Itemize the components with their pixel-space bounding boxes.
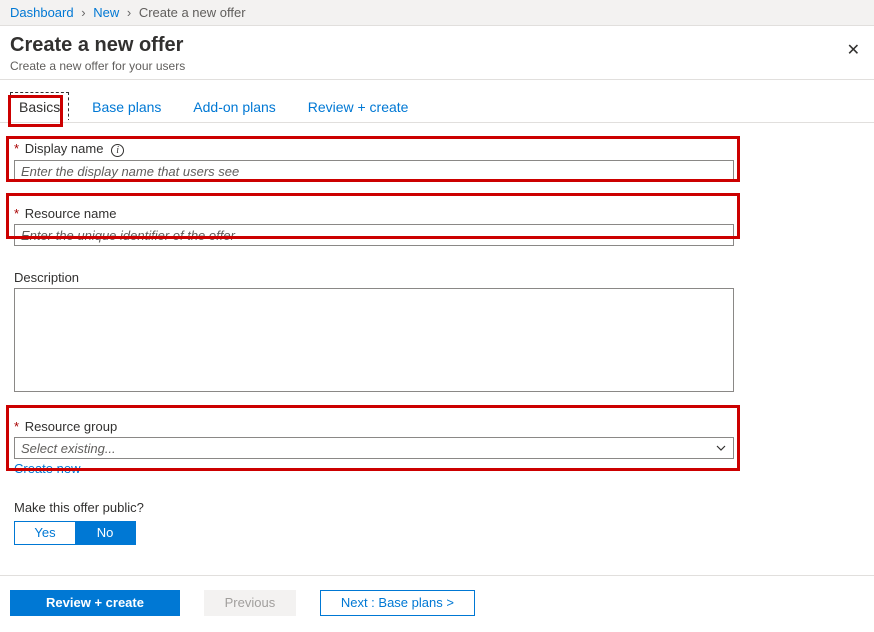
resource-name-input[interactable] (14, 224, 734, 246)
make-public-group: Make this offer public? Yes No (10, 496, 864, 549)
display-name-group: * Display name i (10, 137, 864, 186)
footer: Review + create Previous Next : Base pla… (0, 575, 874, 630)
breadcrumb: Dashboard › New › Create a new offer (0, 0, 874, 26)
tab-basics[interactable]: Basics (10, 92, 69, 122)
resource-group-label: * Resource group (14, 419, 860, 434)
resource-name-group: * Resource name (10, 202, 864, 250)
display-name-input[interactable] (14, 160, 734, 182)
required-indicator: * (14, 141, 19, 156)
breadcrumb-new[interactable]: New (93, 5, 119, 20)
resource-group-select[interactable]: Select existing... (14, 437, 734, 459)
description-input[interactable] (14, 288, 734, 392)
required-indicator: * (14, 419, 19, 434)
make-public-label: Make this offer public? (14, 500, 860, 515)
make-public-toggle: Yes No (14, 521, 136, 545)
toggle-no[interactable]: No (75, 522, 135, 544)
create-new-link[interactable]: Create new (14, 461, 80, 476)
breadcrumb-current: Create a new offer (139, 5, 246, 20)
previous-button: Previous (204, 590, 297, 616)
page-header: Create a new offer Create a new offer fo… (0, 26, 874, 80)
form-content: * Display name i * Resource name Descrip… (0, 123, 874, 575)
breadcrumb-dashboard[interactable]: Dashboard (10, 5, 74, 20)
chevron-down-icon (715, 442, 727, 454)
page-title: Create a new offer (10, 34, 864, 57)
resource-group-placeholder: Select existing... (21, 441, 116, 456)
display-name-label: * Display name i (14, 141, 860, 157)
page-subtitle: Create a new offer for your users (10, 59, 864, 73)
description-label: Description (14, 270, 860, 285)
info-icon[interactable]: i (111, 144, 124, 157)
tabs: Basics Base plans Add-on plans Review + … (0, 80, 874, 123)
resource-name-label: * Resource name (14, 206, 860, 221)
tab-add-on-plans[interactable]: Add-on plans (184, 92, 285, 122)
required-indicator: * (14, 206, 19, 221)
tab-review-create[interactable]: Review + create (299, 92, 418, 122)
chevron-right-icon: › (127, 5, 131, 20)
description-group: Description (10, 266, 864, 399)
close-icon[interactable]: ✕ (847, 40, 860, 60)
resource-group-group: * Resource group Select existing... Crea… (10, 415, 864, 480)
tab-base-plans[interactable]: Base plans (83, 92, 170, 122)
review-create-button[interactable]: Review + create (10, 590, 180, 616)
toggle-yes[interactable]: Yes (15, 522, 75, 544)
chevron-right-icon: › (81, 5, 85, 20)
next-button[interactable]: Next : Base plans > (320, 590, 475, 616)
